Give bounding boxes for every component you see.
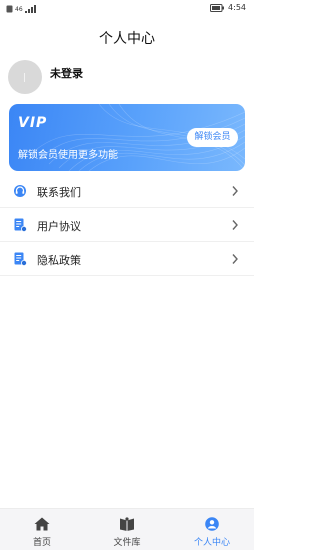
person-icon (205, 517, 219, 531)
chevron-right-icon (232, 186, 238, 196)
status-bar: 46 4:54 (0, 0, 254, 18)
avatar[interactable] (8, 60, 42, 94)
page-title: 个人中心 (99, 31, 155, 47)
vip-banner[interactable]: VIP 解锁会员使用更多功能 解锁会员 (9, 104, 245, 171)
bottom-tab-bar: 首页 文件库 个人中心 (0, 508, 254, 550)
headset-icon (14, 185, 26, 197)
status-indicators: 46 (6, 5, 37, 13)
menu-item-label: 用户协议 (37, 220, 81, 233)
vip-logo: VIP (18, 115, 48, 131)
chevron-right-icon (232, 220, 238, 230)
status-time: 4:54 (228, 3, 246, 12)
document-icon (14, 252, 27, 266)
sim-card-icon (6, 5, 13, 13)
tab-label: 首页 (32, 538, 51, 548)
tab-label: 文件库 (113, 538, 141, 548)
tab-file-library[interactable]: 文件库 (85, 509, 169, 550)
signal-icon (24, 5, 36, 13)
login-status-label[interactable]: 未登录 (50, 65, 83, 81)
menu-item-privacy-policy[interactable]: 隐私政策 (0, 242, 254, 276)
status-right: 4:54 (210, 3, 246, 12)
home-icon (34, 517, 50, 531)
tab-profile[interactable]: 个人中心 (170, 509, 254, 550)
tab-home[interactable]: 首页 (0, 509, 84, 550)
menu-item-user-agreement[interactable]: 用户协议 (0, 208, 254, 242)
unlock-vip-button[interactable]: 解锁会员 (187, 128, 238, 147)
menu-item-label: 隐私政策 (37, 254, 81, 267)
network-type-label: 46 (15, 5, 23, 13)
menu-item-contact-us[interactable]: 联系我们 (0, 174, 254, 208)
chevron-right-icon (232, 254, 238, 264)
battery-icon (210, 3, 225, 12)
tab-label: 个人中心 (193, 538, 230, 548)
menu-item-label: 联系我们 (37, 186, 81, 199)
vip-description: 解锁会员使用更多功能 (18, 150, 118, 161)
document-icon (14, 218, 27, 232)
book-icon (120, 517, 134, 531)
settings-menu: 联系我们 用户协议 隐私政策 (0, 174, 254, 276)
